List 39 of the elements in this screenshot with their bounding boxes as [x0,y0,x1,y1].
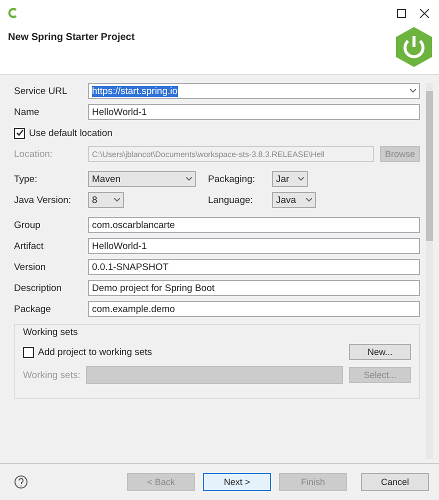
field-label: Type: [14,174,38,184]
service-url-combo[interactable]: https://start.spring.io [88,83,420,99]
help-icon[interactable] [14,475,28,489]
scrollbar-thumb[interactable] [426,91,433,241]
checkbox-label[interactable]: Add project to working sets [38,346,152,358]
text-field[interactable]: com.oscarblancarte [88,217,420,233]
dialog-button[interactable]: Cancel [361,473,429,491]
dropdown[interactable]: Java [272,192,316,208]
close-icon[interactable] [420,8,429,18]
checkbox[interactable] [14,128,25,138]
text-field[interactable]: com.example.demo [88,301,420,317]
field-label: Location: [14,148,54,160]
text-field[interactable]: 0.0.1-SNAPSHOT [88,259,420,275]
dropdown[interactable]: 8 [88,192,124,208]
field-label: Working sets: [23,370,80,380]
field-label: Artifact [14,240,45,252]
field-label: Group [14,220,42,230]
checkbox[interactable] [23,346,34,358]
maximize-icon[interactable] [397,8,406,18]
dropdown[interactable]: Maven [88,171,196,187]
field-label: Packaging: [208,174,256,184]
field-label: Version [14,262,47,272]
new-button[interactable]: New... [349,344,411,360]
field-label: Package [14,304,52,314]
name-field[interactable]: HelloWorld-1 [88,104,420,120]
dropdown[interactable]: Jar [272,171,308,187]
app-logo-icon [8,8,18,18]
power-logo-icon [395,26,433,68]
field-label: Description [14,282,63,294]
field-label: Language: [208,194,254,206]
field-label: Service URL [14,86,68,96]
text-field[interactable]: Demo project for Spring Boot [88,280,420,296]
group-title: Working sets [23,327,79,338]
checkbox-label[interactable]: Use default location [29,128,112,138]
text-field[interactable]: HelloWorld-1 [88,238,420,254]
field-label: Java Version: [14,194,72,206]
dialog-button[interactable]: Next > [203,473,271,491]
dialog-title: New Spring Starter Project [8,32,135,43]
field-label: Name [14,106,40,118]
